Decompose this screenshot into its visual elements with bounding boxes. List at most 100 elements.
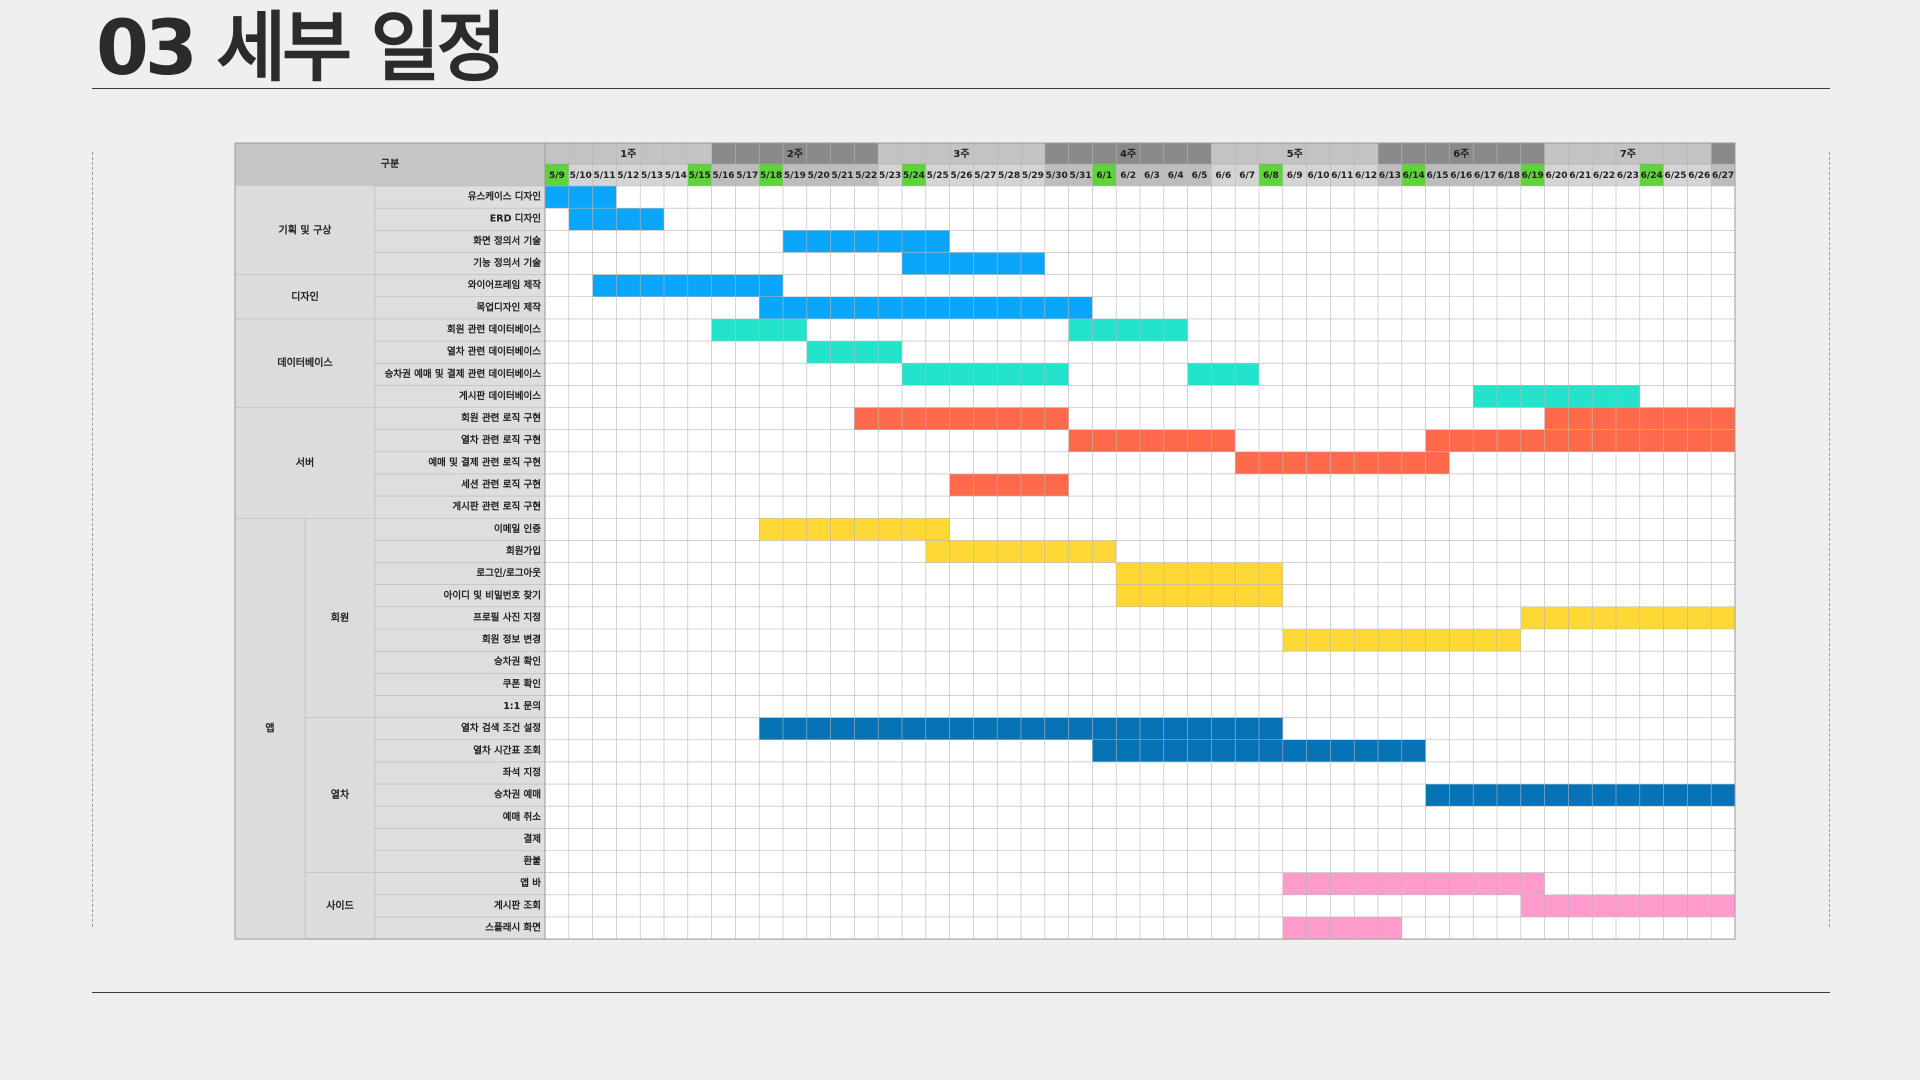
task-label: 게시판 관련 로직 구현 bbox=[452, 501, 541, 513]
week-label: 6주 bbox=[1453, 148, 1469, 160]
date-label: 6/21 bbox=[1569, 171, 1591, 181]
task-bar bbox=[1068, 318, 1188, 342]
task-label: 승차권 예매 및 결제 관련 데이터베이스 bbox=[385, 368, 542, 380]
task-bar bbox=[1235, 451, 1450, 474]
task-bar bbox=[1282, 872, 1545, 895]
category-label: 앱 bbox=[265, 723, 274, 735]
date-label: 6/17 bbox=[1474, 171, 1496, 181]
date-label: 5/29 bbox=[1022, 171, 1044, 181]
task-label: 화면 정의서 기술 bbox=[473, 235, 541, 247]
date-label: 5/14 bbox=[665, 171, 687, 181]
date-label: 6/25 bbox=[1664, 171, 1686, 181]
header-label: 구분 bbox=[381, 158, 399, 170]
category-label: 디자인 bbox=[291, 290, 319, 303]
task-bar bbox=[949, 473, 1069, 497]
date-label: 6/20 bbox=[1545, 171, 1567, 181]
date-label: 6/12 bbox=[1355, 171, 1377, 181]
date-label: 5/25 bbox=[927, 171, 949, 181]
date-label: 5/22 bbox=[855, 171, 877, 181]
date-label: 5/20 bbox=[808, 171, 830, 181]
task-label: 회원 관련 데이터베이스 bbox=[447, 323, 541, 335]
subcategory-label: 열차 bbox=[331, 788, 350, 801]
date-label: 6/3 bbox=[1144, 171, 1160, 181]
date-label: 5/30 bbox=[1046, 171, 1068, 181]
date-label: 6/16 bbox=[1450, 171, 1472, 181]
task-label: 유스케이스 디자인 bbox=[468, 191, 541, 203]
date-label: 5/27 bbox=[974, 171, 996, 181]
task-label: 기능 정의서 기술 bbox=[473, 257, 541, 269]
date-label: 6/24 bbox=[1641, 171, 1663, 181]
task-label: 회원가입 bbox=[506, 545, 541, 557]
task-label: 세션 관련 로직 구현 bbox=[461, 479, 541, 491]
task-label: 승차권 예매 bbox=[494, 789, 541, 801]
date-label: 6/19 bbox=[1522, 171, 1544, 181]
task-bar bbox=[1520, 606, 1735, 629]
date-label: 6/2 bbox=[1120, 171, 1136, 181]
task-label: 프로필 사진 지정 bbox=[473, 611, 541, 623]
week-label: 5주 bbox=[1287, 148, 1303, 160]
date-label: 6/10 bbox=[1307, 171, 1329, 181]
task-label: 예매 및 결제 관련 로직 구현 bbox=[428, 456, 541, 468]
task-label: 1:1 문의 bbox=[503, 700, 541, 712]
date-label: 6/18 bbox=[1498, 171, 1520, 181]
task-bar bbox=[1116, 562, 1283, 585]
date-label: 5/9 bbox=[549, 171, 565, 181]
task-label: 결제 bbox=[524, 833, 541, 845]
task-bar bbox=[854, 407, 1069, 430]
date-label: 6/26 bbox=[1688, 171, 1710, 181]
gantt-chart: 1주 2주 3주 4주 5주 6주 7주5/9 5/10 5/11 5/12 5/13 5/14 5/1… bbox=[234, 142, 1736, 940]
date-label: 5/28 bbox=[998, 171, 1020, 181]
category-label: 서버 bbox=[296, 456, 314, 469]
date-label: 6/27 bbox=[1712, 171, 1734, 181]
task-label: 열차 관련 데이터베이스 bbox=[447, 346, 541, 358]
task-label: 게시판 데이터베이스 bbox=[459, 390, 541, 402]
date-label: 6/11 bbox=[1331, 171, 1353, 181]
date-label: 5/21 bbox=[831, 171, 853, 181]
date-label: 5/12 bbox=[617, 171, 639, 181]
task-label: 아이디 및 비밀번호 찾기 bbox=[444, 589, 541, 601]
task-bar bbox=[1520, 894, 1735, 917]
date-label: 6/7 bbox=[1239, 171, 1255, 181]
task-bar bbox=[783, 230, 950, 253]
category-label: 데이터베이스 bbox=[277, 356, 332, 369]
task-label: 승차권 확인 bbox=[494, 656, 541, 668]
task-label: 쿠폰 확인 bbox=[503, 678, 541, 690]
week-header-cell bbox=[1711, 143, 1735, 164]
task-label: 환불 bbox=[524, 855, 542, 867]
date-label: 5/23 bbox=[879, 171, 901, 181]
task-label: 열차 관련 로직 구현 bbox=[461, 434, 541, 446]
date-label: 5/19 bbox=[784, 171, 806, 181]
task-bar bbox=[1425, 784, 1735, 807]
task-label: 목업디자인 제작 bbox=[477, 301, 542, 313]
date-label: 5/24 bbox=[903, 171, 925, 181]
task-label: 이메일 인증 bbox=[494, 523, 541, 535]
task-label: 회원 정보 변경 bbox=[482, 634, 541, 646]
date-label: 6/13 bbox=[1379, 171, 1401, 181]
date-label: 6/5 bbox=[1192, 171, 1208, 181]
subcategory-label: 사이드 bbox=[326, 899, 354, 912]
task-bar bbox=[1282, 916, 1402, 940]
task-bar bbox=[902, 363, 1069, 386]
date-label: 6/8 bbox=[1263, 171, 1279, 181]
date-label: 6/4 bbox=[1168, 171, 1184, 181]
task-label: ERD 디자인 bbox=[490, 213, 541, 225]
date-label: 5/11 bbox=[593, 171, 615, 181]
date-label: 5/15 bbox=[689, 171, 711, 181]
task-label: 게시판 조회 bbox=[494, 899, 541, 911]
task-label: 열차 검색 조건 설정 bbox=[461, 722, 541, 734]
week-label: 1주 bbox=[620, 148, 636, 160]
date-label: 5/10 bbox=[570, 171, 592, 181]
week-label: 2주 bbox=[787, 148, 803, 160]
date-label: 6/1 bbox=[1096, 171, 1112, 181]
date-label: 5/31 bbox=[1069, 171, 1091, 181]
subcategory-label: 회원 bbox=[331, 611, 349, 624]
task-label: 스플래시 화면 bbox=[485, 922, 541, 934]
task-label: 열차 시간표 조회 bbox=[473, 744, 541, 756]
task-label: 앱 바 bbox=[520, 877, 541, 889]
date-label: 6/14 bbox=[1403, 171, 1425, 181]
date-label: 6/23 bbox=[1617, 171, 1639, 181]
task-label: 와이어프레임 제작 bbox=[468, 279, 541, 291]
task-label: 로그인/로그아웃 bbox=[476, 567, 541, 579]
task-bar bbox=[1068, 429, 1236, 452]
week-label: 7주 bbox=[1620, 148, 1636, 160]
